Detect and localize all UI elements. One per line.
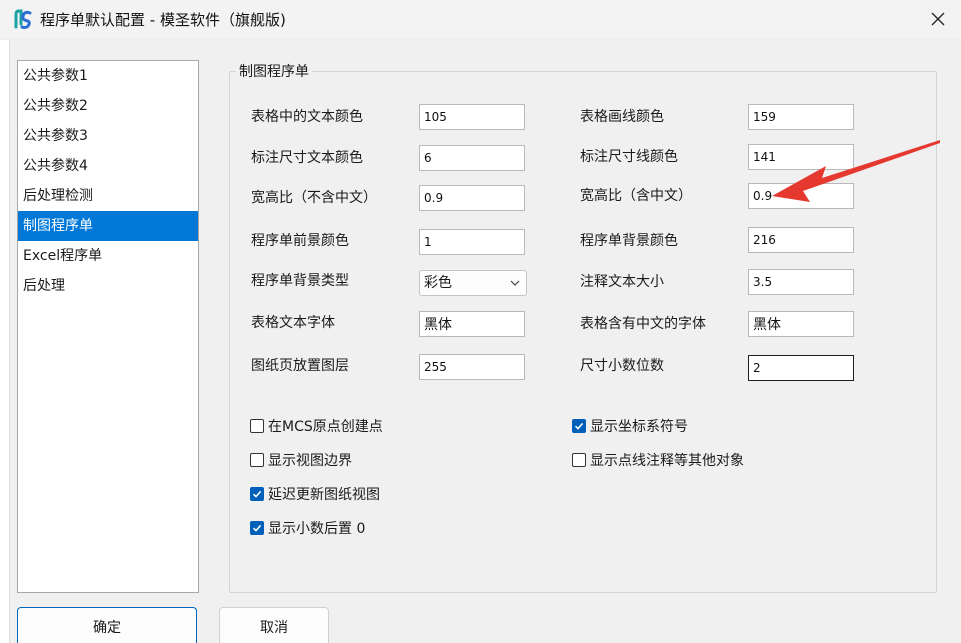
background-type-value: 彩色	[424, 275, 452, 291]
checkbox-label: 显示坐标系符号	[590, 419, 688, 435]
drawing-layer-label: 图纸页放置图层	[251, 358, 349, 374]
foreground-color-input[interactable]	[419, 229, 525, 255]
checkbox-box[interactable]	[572, 419, 586, 433]
checkmark-icon	[574, 422, 584, 430]
nav-item[interactable]: 公共参数1	[18, 61, 198, 91]
background-type-label: 程序单背景类型	[251, 273, 349, 289]
checkbox-show-other-objects[interactable]: 显示点线注释等其他对象	[572, 450, 744, 470]
close-icon	[931, 12, 945, 26]
aspect-ratio-chinese-label: 宽高比（含中文）	[580, 188, 692, 204]
group-title: 制图程序单	[236, 61, 312, 81]
note-text-size-label: 注释文本大小	[580, 274, 664, 290]
foreground-color-label: 程序单前景颜色	[251, 233, 349, 249]
nav-item[interactable]: 公共参数3	[18, 121, 198, 151]
checkbox-view-border[interactable]: 显示视图边界	[250, 450, 352, 470]
table-line-color-label: 表格画线颜色	[580, 109, 664, 125]
nav-item[interactable]: 制图程序单	[18, 211, 198, 241]
aspect-ratio-no-chinese-label: 宽高比（不含中文）	[251, 190, 377, 206]
checkmark-icon	[252, 524, 262, 532]
settings-category-list[interactable]: 公共参数1 公共参数2 公共参数3 公共参数4 后处理检测 制图程序单 Excel程序单 后处…	[17, 60, 199, 593]
nav-item[interactable]: Excel程序单	[18, 241, 198, 271]
checkbox-label: 在MCS原点创建点	[268, 419, 383, 435]
title-bar: 程序单默认配置 - 模圣软件（旗舰版)	[0, 0, 961, 38]
checkbox-trailing-zero[interactable]: 显示小数后置 0	[250, 518, 365, 538]
checkbox-box[interactable]	[250, 453, 264, 467]
table-font-label: 表格文本字体	[251, 315, 335, 331]
table-line-color-input[interactable]	[748, 104, 854, 130]
note-text-size-input[interactable]	[748, 269, 854, 295]
checkbox-show-csys[interactable]: 显示坐标系符号	[572, 416, 688, 436]
close-button[interactable]	[915, 0, 961, 38]
nav-item[interactable]: 公共参数4	[18, 151, 198, 181]
cancel-button[interactable]: 取消	[219, 607, 329, 643]
nav-item[interactable]: 后处理	[18, 271, 198, 301]
checkbox-label: 显示点线注释等其他对象	[590, 453, 744, 469]
dimension-decimals-input[interactable]	[748, 355, 854, 381]
app-logo-icon	[14, 9, 32, 29]
chevron-down-icon	[510, 280, 520, 286]
window-title: 程序单默认配置 - 模圣软件（旗舰版)	[40, 11, 286, 29]
background-type-select[interactable]: 彩色	[419, 270, 527, 296]
checkbox-label: 显示视图边界	[268, 453, 352, 469]
dim-line-color-label: 标注尺寸线颜色	[580, 149, 678, 165]
background-color-label: 程序单背景颜色	[580, 233, 678, 249]
background-color-input[interactable]	[748, 227, 854, 253]
aspect-ratio-chinese-input[interactable]	[748, 183, 854, 209]
checkbox-label: 显示小数后置 0	[268, 521, 366, 537]
background-window-edge	[0, 40, 10, 643]
drawing-layer-input[interactable]	[419, 354, 525, 380]
table-text-color-label: 表格中的文本颜色	[251, 109, 363, 125]
table-chinese-font-input[interactable]	[748, 311, 854, 337]
checkbox-delay-update[interactable]: 延迟更新图纸视图	[250, 484, 380, 504]
table-chinese-font-label: 表格含有中文的字体	[580, 316, 706, 332]
checkbox-box[interactable]	[250, 487, 264, 501]
checkbox-box[interactable]	[250, 419, 264, 433]
ok-button[interactable]: 确定	[17, 607, 197, 643]
checkbox-mcs-origin[interactable]: 在MCS原点创建点	[250, 416, 383, 436]
nav-item[interactable]: 后处理检测	[18, 181, 198, 211]
table-font-input[interactable]	[419, 311, 525, 337]
checkbox-box[interactable]	[250, 521, 264, 535]
aspect-ratio-no-chinese-input[interactable]	[419, 185, 525, 211]
dim-text-color-label: 标注尺寸文本颜色	[251, 150, 363, 166]
checkmark-icon	[252, 490, 262, 498]
checkbox-box[interactable]	[572, 453, 586, 467]
dimension-decimals-label: 尺寸小数位数	[580, 358, 664, 374]
dim-line-color-input[interactable]	[748, 144, 854, 170]
dim-text-color-input[interactable]	[419, 145, 525, 171]
checkbox-label: 延迟更新图纸视图	[268, 487, 380, 503]
nav-item[interactable]: 公共参数2	[18, 91, 198, 121]
dialog-window: 程序单默认配置 - 模圣软件（旗舰版) 公共参数1 公共参数2 公共参数3 公共参数4…	[0, 0, 961, 643]
table-text-color-input[interactable]	[419, 104, 525, 130]
